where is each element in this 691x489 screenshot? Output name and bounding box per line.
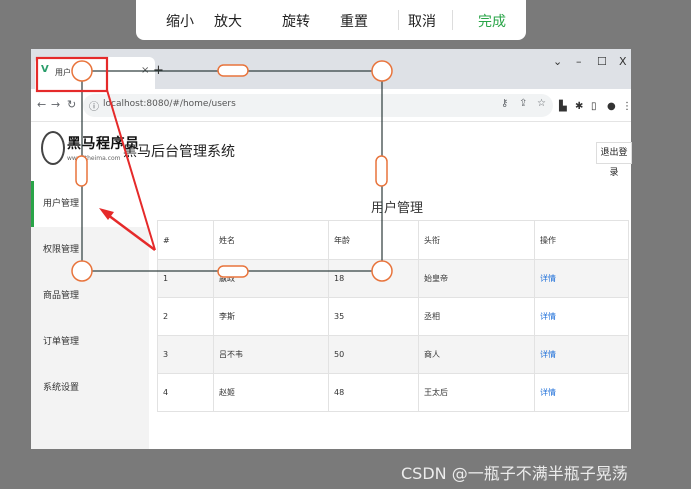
tab-title: 用户管理	[55, 68, 87, 77]
table-cell: 1	[157, 259, 214, 298]
table-cell: 丞相	[418, 297, 535, 336]
toolbar-divider	[398, 10, 399, 30]
browser-tab[interactable]: V 用户管理 ×	[35, 57, 155, 89]
table-cell: 48	[328, 373, 419, 412]
logo-subtext: www.itheima.com	[67, 155, 121, 162]
profile-icon[interactable]: ●	[607, 101, 616, 112]
app-header: 黑马程序员 www.itheima.com 黑马后台管理系统 退出登录	[31, 123, 632, 181]
sidebar-item-products[interactable]: 商品管理	[31, 273, 149, 319]
maximize-icon[interactable]: ☐	[597, 55, 607, 68]
rotate-button[interactable]: 旋转	[282, 11, 310, 31]
back-icon[interactable]: ←	[37, 98, 46, 111]
details-link[interactable]: 详情	[534, 259, 629, 298]
share-icon[interactable]: ⇪	[519, 98, 527, 109]
column-header: 操作	[534, 220, 629, 260]
table-cell: 3	[157, 335, 214, 374]
table-cell: 4	[157, 373, 214, 412]
table-cell: 李斯	[213, 297, 329, 336]
column-header: 年龄	[328, 220, 419, 260]
vue-logo-icon: V	[41, 64, 49, 75]
key-icon[interactable]: ⚷	[501, 98, 508, 109]
bookmark-star-icon[interactable]: ☆	[537, 98, 546, 109]
table-header-row: # 姓名 年龄 头衔 操作	[157, 220, 629, 260]
cropper-toolbar: 缩小 放大 旋转 重置 取消 完成	[136, 0, 526, 40]
extension-icon[interactable]: ▙	[559, 101, 567, 112]
menu-kebab-icon[interactable]: ⋮	[622, 101, 632, 112]
zoom-out-button[interactable]: 缩小	[166, 11, 194, 31]
watermark: CSDN @一瓶子不满半瓶子晃荡	[401, 464, 628, 483]
tab-search-icon[interactable]: ⌄	[553, 55, 562, 68]
sidebar-item-settings[interactable]: 系统设置	[31, 365, 149, 411]
page-title: 用户管理	[371, 201, 424, 216]
details-link[interactable]: 详情	[534, 297, 629, 336]
window-close-icon[interactable]: X	[619, 55, 627, 68]
logo-icon	[41, 131, 65, 165]
sidebar-item-orders[interactable]: 订单管理	[31, 319, 149, 365]
url-input[interactable]: ⓘ localhost:8080/#/home/users ⚷ ⇪ ☆	[83, 94, 553, 117]
table-cell: 商人	[418, 335, 535, 374]
address-bar: ← → ↻ ⓘ localhost:8080/#/home/users ⚷ ⇪ …	[31, 89, 632, 122]
logout-button[interactable]: 退出登录	[596, 142, 632, 178]
column-header: #	[157, 220, 214, 260]
minimize-icon[interactable]: –	[576, 55, 582, 68]
details-link[interactable]: 详情	[534, 373, 629, 412]
tab-bar: V 用户管理 × + ⌄ – ☐ X	[31, 49, 631, 89]
url-text: localhost:8080/#/home/users	[103, 99, 236, 109]
reload-icon[interactable]: ↻	[67, 98, 76, 111]
table-cell: 吕不韦	[213, 335, 329, 374]
table-row: 4 赵姬 48 王太后 详情	[157, 373, 629, 412]
column-header: 姓名	[213, 220, 329, 260]
table-cell: 18	[328, 259, 419, 298]
sidepanel-icon[interactable]: ▯	[591, 101, 597, 112]
done-button[interactable]: 完成	[478, 11, 506, 31]
table-row: 3 吕不韦 50 商人 详情	[157, 335, 629, 374]
users-table: # 姓名 年龄 头衔 操作 1 嬴政 18 始皇帝 详情 2 李斯 35 丞相 …	[157, 220, 629, 412]
toolbar-divider	[452, 10, 453, 30]
zoom-in-button[interactable]: 放大	[214, 11, 242, 31]
sidebar: 用户管理 权限管理 商品管理 订单管理 系统设置	[31, 181, 149, 449]
info-icon[interactable]: ⓘ	[89, 98, 99, 113]
reset-button[interactable]: 重置	[340, 11, 368, 31]
table-cell: 2	[157, 297, 214, 336]
puzzle-icon[interactable]: ✱	[575, 101, 583, 112]
details-link[interactable]: 详情	[534, 335, 629, 374]
table-cell: 王太后	[418, 373, 535, 412]
new-tab-icon[interactable]: +	[153, 63, 164, 78]
table-row: 2 李斯 35 丞相 详情	[157, 297, 629, 336]
cancel-button[interactable]: 取消	[408, 11, 436, 31]
app-title: 黑马后台管理系统	[123, 144, 235, 160]
forward-icon[interactable]: →	[51, 98, 60, 111]
sidebar-item-permissions[interactable]: 权限管理	[31, 227, 149, 273]
browser-window: V 用户管理 × + ⌄ – ☐ X ← → ↻ ⓘ localhost:808…	[31, 49, 632, 449]
column-header: 头衔	[418, 220, 535, 260]
table-cell: 35	[328, 297, 419, 336]
close-icon[interactable]: ×	[141, 65, 149, 76]
table-cell: 50	[328, 335, 419, 374]
table-cell: 嬴政	[213, 259, 329, 298]
table-cell: 赵姬	[213, 373, 329, 412]
sidebar-item-users[interactable]: 用户管理	[31, 181, 149, 227]
table-row: 1 嬴政 18 始皇帝 详情	[157, 259, 629, 298]
table-cell: 始皇帝	[418, 259, 535, 298]
